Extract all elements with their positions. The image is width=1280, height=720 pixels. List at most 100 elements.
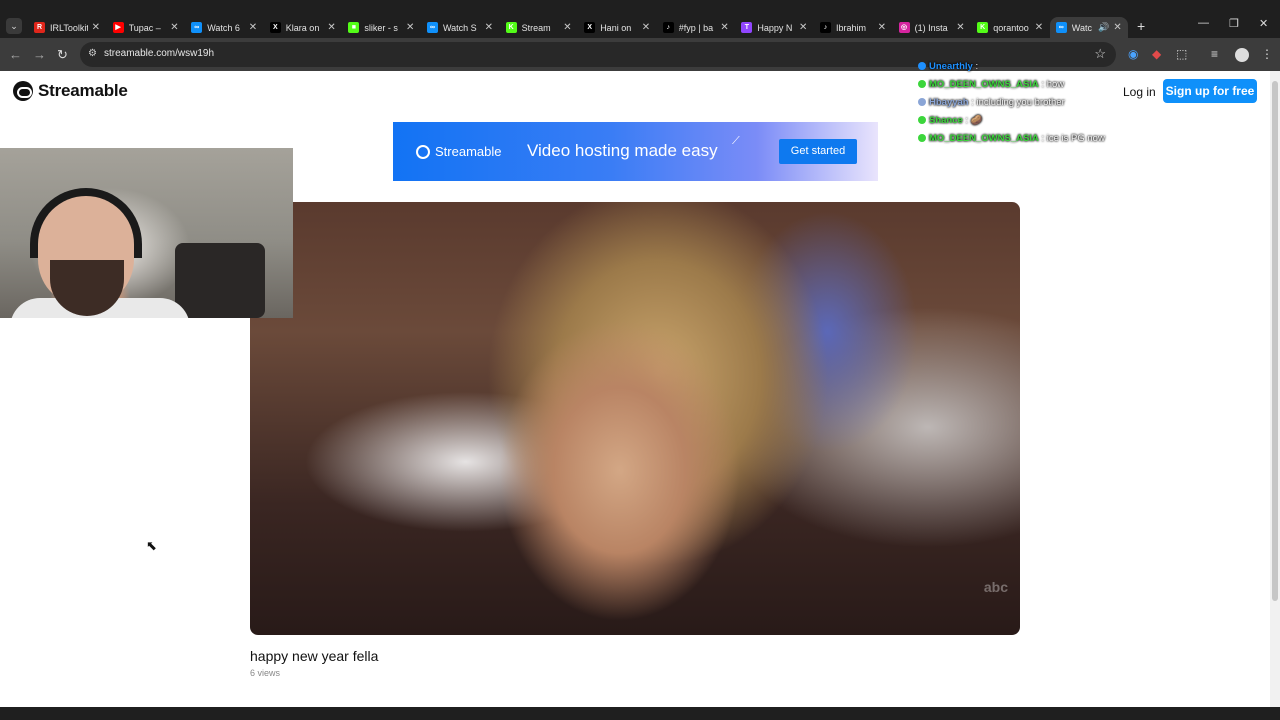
tab-close-icon[interactable]: ✕: [406, 22, 414, 33]
browser-tab[interactable]: ∞ Watch S ✕: [421, 17, 499, 38]
browser-tab[interactable]: ∞ Watch 6 ✕: [185, 17, 263, 38]
browser-menu-icon[interactable]: ⋮: [1261, 47, 1273, 61]
tab-title: Ibrahim: [836, 22, 867, 33]
browser-tab[interactable]: T Happy N ✕: [735, 17, 813, 38]
browser-tab[interactable]: ▶ Tupac – ✕: [107, 17, 185, 38]
reload-icon[interactable]: ↻: [57, 47, 68, 63]
webcam-overlay: [0, 148, 293, 318]
promo-banner[interactable]: Streamable Video hosting made easy ⟋ Get…: [393, 122, 878, 181]
banner-brand: Streamable: [435, 144, 502, 159]
chat-badge-icon: [918, 134, 926, 142]
browser-tab[interactable]: ■ sliker - s ✕: [342, 17, 420, 38]
tab-search-icon[interactable]: ⌄: [6, 18, 22, 34]
chat-message: Shance : 🥔: [918, 114, 1118, 132]
chat-username: MO_DEEN_OWNS_ASIA: [929, 79, 1039, 90]
browser-tab[interactable]: R IRLToolkit ✕: [28, 17, 106, 38]
tab-title: Watch S: [443, 22, 477, 33]
webcam-headset: [30, 188, 142, 258]
tab-close-icon[interactable]: ✕: [642, 22, 650, 33]
tab-title: qorantoo: [993, 22, 1029, 33]
tab-title: sliker - s: [364, 22, 398, 33]
back-icon[interactable]: ←: [9, 47, 22, 62]
chat-username: Shance: [929, 115, 963, 126]
tab-favicon-icon: K: [977, 22, 989, 33]
tab-favicon-icon: T: [741, 22, 753, 33]
tab-close-icon[interactable]: ✕: [92, 22, 100, 33]
browser-tabbar: ⌄ R IRLToolkit ✕ ▶ Tupac – ✕ ∞ Watch 6 ✕ X Klara o…: [0, 0, 1280, 38]
minimize-icon[interactable]: —: [1198, 17, 1209, 29]
login-link[interactable]: Log in: [1123, 85, 1156, 99]
browser-tab[interactable]: ♪ #fyp | ba ✕: [657, 17, 735, 38]
chat-message: MO_DEEN_OWNS_ASIA : ice is PG now: [918, 132, 1118, 150]
tab-close-icon[interactable]: ✕: [249, 22, 257, 33]
tab-favicon-icon: ◎: [898, 22, 910, 33]
tab-close-icon[interactable]: ✕: [1035, 22, 1043, 33]
tab-favicon-icon: X: [584, 22, 596, 33]
banner-logo-icon: [416, 144, 430, 159]
browser-tab[interactable]: X Hani on ✕: [578, 17, 656, 38]
tab-title: Stream: [521, 22, 551, 33]
tab-close-icon[interactable]: ✕: [720, 22, 728, 33]
tab-favicon-icon: ■: [348, 22, 360, 33]
chat-username: Hbayyah: [929, 97, 969, 108]
extension-badge-icon[interactable]: ◆: [1152, 47, 1161, 61]
browser-tab[interactable]: K Stream ✕: [500, 17, 578, 38]
banner-logo: Streamable: [416, 144, 501, 159]
chat-badge-icon: [918, 80, 926, 88]
browser-tab[interactable]: ∞ Watc 🔊 ✕: [1049, 17, 1128, 38]
streamable-logo[interactable]: Streamable: [13, 81, 128, 101]
tab-title: (1) Insta: [914, 22, 948, 33]
tab-close-icon[interactable]: ✕: [485, 22, 493, 33]
tab-close-icon[interactable]: ✕: [799, 22, 807, 33]
tab-favicon-icon: X: [269, 22, 281, 33]
url-text[interactable]: streamable.com/wsw19h: [104, 48, 214, 59]
chat-message: Unearthly :: [918, 60, 1118, 78]
extensions-puzzle-icon[interactable]: ⬚: [1176, 47, 1187, 61]
tab-favicon-icon: ▶: [112, 22, 124, 33]
browser-tab[interactable]: X Klara on ✕: [264, 17, 342, 38]
tab-close-icon[interactable]: ✕: [956, 22, 964, 33]
close-window-icon[interactable]: ✕: [1259, 17, 1268, 30]
chat-message: Hbayyah : including you brother: [918, 96, 1118, 114]
tab-close-icon[interactable]: ✕: [327, 22, 335, 33]
taskbar-strip: [0, 707, 1280, 720]
tab-sound-icon[interactable]: 🔊: [1098, 22, 1109, 33]
maximize-icon[interactable]: ❐: [1229, 17, 1239, 30]
tab-favicon-icon: ∞: [1055, 22, 1067, 33]
signup-button[interactable]: Sign up for free: [1163, 79, 1257, 103]
extension-wave-icon[interactable]: ◉: [1128, 47, 1138, 61]
forward-icon[interactable]: →: [33, 47, 46, 62]
browser-tab[interactable]: Kqorantoo ✕: [971, 17, 1049, 38]
logo-text: Streamable: [38, 81, 128, 100]
tab-close-icon[interactable]: ✕: [1113, 22, 1121, 33]
chat-badge-icon: [918, 98, 926, 106]
chat-text: ice is PG now: [1046, 133, 1105, 144]
new-tab-button[interactable]: +: [1137, 18, 1145, 34]
profile-avatar[interactable]: [1235, 48, 1249, 62]
chat-text: including you brother: [976, 97, 1065, 108]
media-control-icon[interactable]: ≡: [1211, 47, 1218, 61]
browser-tab[interactable]: ◎ (1) Insta ✕: [893, 17, 971, 38]
chat-overlay: Unearthly : MO_DEEN_OWNS_ASIA : how Hbayy…: [918, 60, 1118, 150]
tab-title: Happy N: [757, 22, 793, 33]
chat-badge-icon: [918, 62, 926, 70]
tab-title: Watch 6: [207, 22, 240, 33]
tab-close-icon[interactable]: ✕: [170, 22, 178, 33]
page-scrollbar[interactable]: [1270, 71, 1280, 707]
scroll-thumb[interactable]: [1272, 81, 1278, 601]
tab-title: Hani on: [600, 22, 632, 33]
chat-badge-icon: [918, 116, 926, 124]
browser-tab[interactable]: ♪ Ibrahim ✕: [814, 17, 892, 38]
video-player[interactable]: abc: [250, 202, 1020, 635]
tab-title: IRLToolkit: [50, 22, 88, 33]
view-count: 6 views: [250, 668, 281, 678]
chat-text: 🥔: [970, 115, 983, 126]
get-started-button[interactable]: Get started: [779, 139, 857, 164]
tab-title: Klara on: [285, 22, 320, 33]
chat-username: MO_DEEN_OWNS_ASIA: [929, 133, 1039, 144]
tab-title: Tupac –: [128, 22, 161, 33]
video-title: happy new year fella: [250, 648, 379, 664]
site-info-icon[interactable]: ⚙: [88, 48, 100, 60]
tab-close-icon[interactable]: ✕: [878, 22, 886, 33]
tab-close-icon[interactable]: ✕: [563, 22, 571, 33]
